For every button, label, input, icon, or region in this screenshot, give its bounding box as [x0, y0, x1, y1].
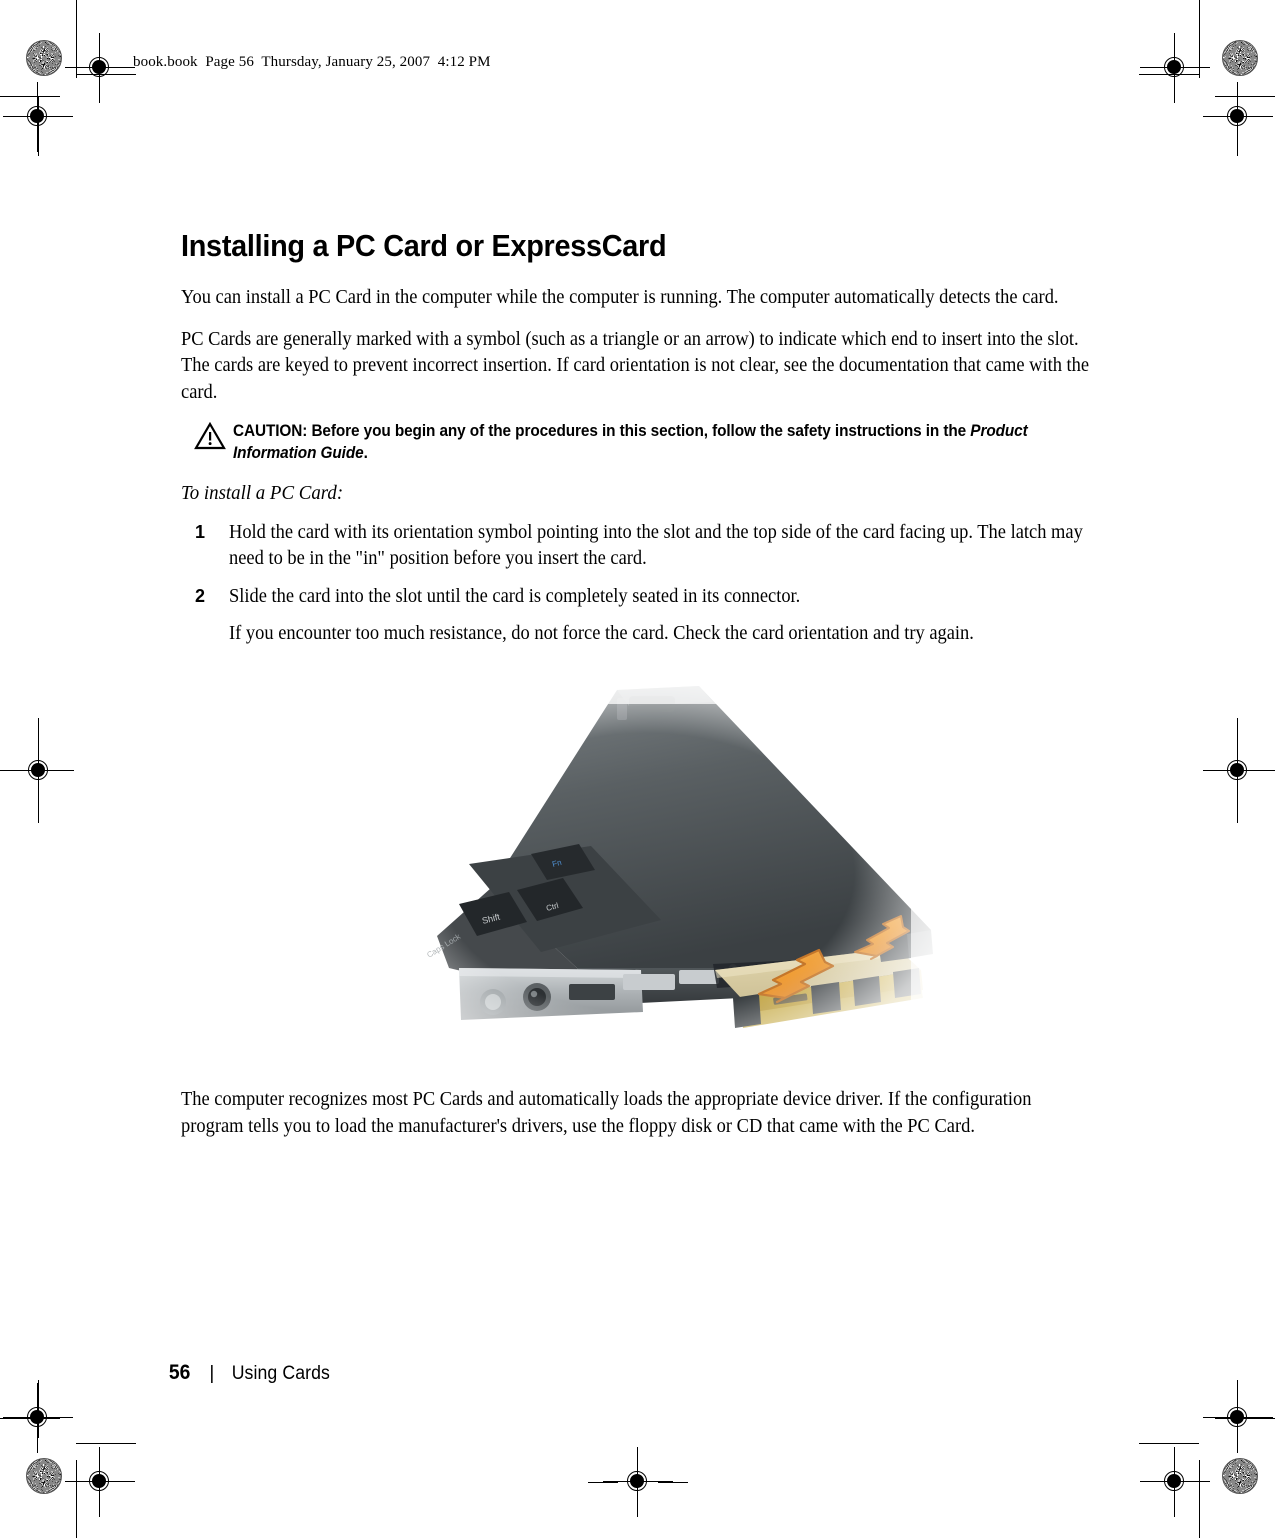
footer-page-number: 56	[168, 1361, 191, 1384]
step-note-text: If you encounter too much resistance, do…	[229, 622, 974, 644]
crop-line-bottom-center-right	[658, 1482, 688, 1483]
step-item-1: 1 Hold the card with its orientation sym…	[181, 519, 1091, 572]
document-content: Installing a PC Card or ExpressCard You …	[181, 228, 1091, 658]
registration-target-middle-left	[4, 736, 74, 806]
registration-target-middle-right	[1203, 736, 1273, 806]
registration-target-right-lower	[1203, 1383, 1273, 1453]
registration-target-bottom-center	[603, 1447, 673, 1517]
crop-line-bottom-left-horizontal	[76, 1443, 136, 1444]
step-text-2: Slide the card into the slot until the c…	[229, 584, 801, 607]
caution-end-punctuation: .	[363, 444, 368, 462]
photo-laptop-pc-card: Shift Ctrl Fn Caps Lock	[341, 668, 951, 1078]
registration-target-top-left	[65, 33, 135, 103]
step-item-2: 2 Slide the card into the slot until the…	[181, 583, 1091, 647]
page-header-filename-stamp: book.book Page 56 Thursday, January 25, …	[133, 54, 491, 70]
step-number-2: 2	[195, 585, 206, 606]
registration-target-bottom-right	[1140, 1447, 1210, 1517]
figure-pc-card-insertion: Shift Ctrl Fn Caps Lock	[341, 668, 951, 1078]
intro-paragraph-2: PC Cards are generally marked with a sym…	[181, 327, 1090, 403]
registration-target-left-upper	[3, 82, 73, 152]
registration-target-top-right	[1140, 33, 1210, 103]
print-starburst-mark-bottom-right	[1222, 1458, 1258, 1494]
registration-target-bottom-left	[65, 1447, 135, 1517]
registration-target-left-lower	[3, 1383, 73, 1453]
crop-line-bottom-right-horizontal	[1139, 1443, 1199, 1444]
crop-line-bottom-right-vertical	[1199, 1460, 1200, 1538]
caution-label: CAUTION:	[233, 422, 308, 440]
caution-body: Before you begin any of the procedures i…	[307, 422, 971, 440]
task-intro-line: To install a PC Card:	[181, 482, 344, 504]
print-starburst-mark-top-right	[1222, 40, 1258, 76]
crop-line-bottom-center-left	[588, 1482, 618, 1483]
numbered-steps-list: 1 Hold the card with its orientation sym…	[181, 519, 1091, 647]
print-starburst-mark-top-left	[26, 40, 62, 76]
registration-target-right-upper	[1203, 82, 1273, 152]
caution-text: CAUTION: Before you begin any of the pro…	[233, 420, 1095, 464]
warning-triangle-icon	[194, 421, 226, 450]
step-number-1: 1	[195, 521, 206, 542]
closing-section: The computer recognizes most PC Cards an…	[181, 1086, 1091, 1154]
page-footer: 56 | Using Cards	[168, 1361, 334, 1385]
footer-separator: |	[209, 1363, 215, 1384]
print-starburst-mark-bottom-left	[26, 1458, 62, 1494]
footer-chapter-title: Using Cards	[231, 1363, 331, 1384]
closing-paragraph: The computer recognizes most PC Cards an…	[181, 1088, 1032, 1137]
step-text-1: Hold the card with its orientation symbo…	[229, 520, 1083, 570]
page-title: Installing a PC Card or ExpressCard	[181, 228, 667, 263]
intro-paragraph-1: You can install a PC Card in the compute…	[181, 286, 1059, 308]
caution-callout: CAUTION: Before you begin any of the pro…	[181, 420, 1091, 464]
